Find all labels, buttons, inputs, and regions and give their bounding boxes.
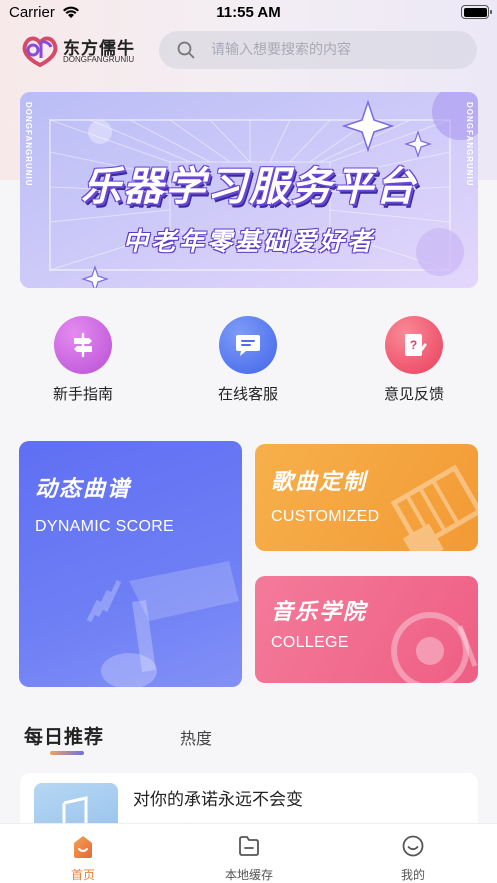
card-dynamic-subtitle: DYNAMIC SCORE xyxy=(35,518,175,535)
tabbar-home[interactable]: 首页 xyxy=(23,824,143,883)
guide-label: 新手指南 xyxy=(52,385,113,403)
card-dynamic-title: 动态曲谱 xyxy=(35,477,132,502)
status-bar: Carrier 11:55 AM xyxy=(0,0,497,26)
svg-text:?: ? xyxy=(410,338,417,352)
quick-link-service[interactable]: 在线客服 xyxy=(193,316,303,416)
music-note-decoration xyxy=(86,561,239,687)
feedback-icon: ? xyxy=(405,334,427,356)
feedback-label: 意见反馈 xyxy=(383,385,444,403)
tab-hot[interactable]: 热度 xyxy=(180,725,212,749)
tabbar-cache[interactable]: 本地缓存 xyxy=(189,824,309,883)
status-time: 11:55 AM xyxy=(216,4,281,21)
app-logo: 东方儒牛 DONGFANGRUNIU xyxy=(20,32,168,68)
card-college[interactable]: 音乐学院 COLLEGE xyxy=(255,576,478,683)
search-bar[interactable] xyxy=(159,31,477,69)
quick-link-feedback[interactable]: ? 意见反馈 xyxy=(359,316,469,416)
guide-circle xyxy=(54,316,112,374)
banner-subtitle: 中老年零基础爱好者 xyxy=(122,227,375,256)
card-customized[interactable]: 歌曲定制 CUSTOMIZED xyxy=(255,444,478,551)
quick-link-guide[interactable]: 新手指南 xyxy=(28,316,138,416)
tab-daily-recommend[interactable]: 每日推荐 xyxy=(24,722,104,749)
logo-subtitle: DONGFANGRUNIU xyxy=(63,55,135,64)
card-dynamic-score[interactable]: 动态曲谱 DYNAMIC SCORE xyxy=(19,441,242,687)
tabbar-home-label: 首页 xyxy=(70,868,95,882)
tabbar-mine-label: 我的 xyxy=(400,868,425,882)
tab-active-indicator xyxy=(50,751,84,755)
search-input[interactable] xyxy=(211,31,461,69)
home-icon xyxy=(74,836,92,858)
folder-icon xyxy=(239,836,259,856)
profile-icon xyxy=(402,835,424,857)
banner-title: 乐器学习服务平台 xyxy=(81,164,417,210)
tabbar-mine[interactable]: 我的 xyxy=(353,824,473,883)
card-customized-title: 歌曲定制 xyxy=(271,470,368,495)
signpost-icon xyxy=(74,332,92,358)
tabbar-cache-label: 本地缓存 xyxy=(224,868,273,882)
chat-icon xyxy=(236,335,260,356)
logo-mark-icon xyxy=(22,36,58,68)
record-decoration xyxy=(391,612,478,683)
card-college-title: 音乐学院 xyxy=(271,600,368,625)
piano-decoration xyxy=(390,464,478,551)
card-college-subtitle: COLLEGE xyxy=(271,634,349,651)
song-title: 对你的承诺永远不会变 xyxy=(133,790,303,810)
battery-icon xyxy=(461,5,492,19)
service-circle xyxy=(219,316,277,374)
card-customized-subtitle: CUSTOMIZED xyxy=(271,508,380,525)
bottom-tab-bar: 首页 本地缓存 我的 xyxy=(0,823,497,883)
quick-links: 新手指南 在线客服 ? 意见反馈 xyxy=(0,316,497,416)
promo-banner[interactable]: DONGFANGRUNIU DONGFANGRUNIU 乐器学习服务平台 中老年… xyxy=(20,92,478,288)
service-label: 在线客服 xyxy=(217,385,278,403)
feedback-circle: ? xyxy=(385,316,443,374)
app-header: 东方儒牛 DONGFANGRUNIU xyxy=(0,28,497,74)
recommend-tabs: 每日推荐 热度 xyxy=(0,716,497,760)
search-icon xyxy=(177,41,195,59)
